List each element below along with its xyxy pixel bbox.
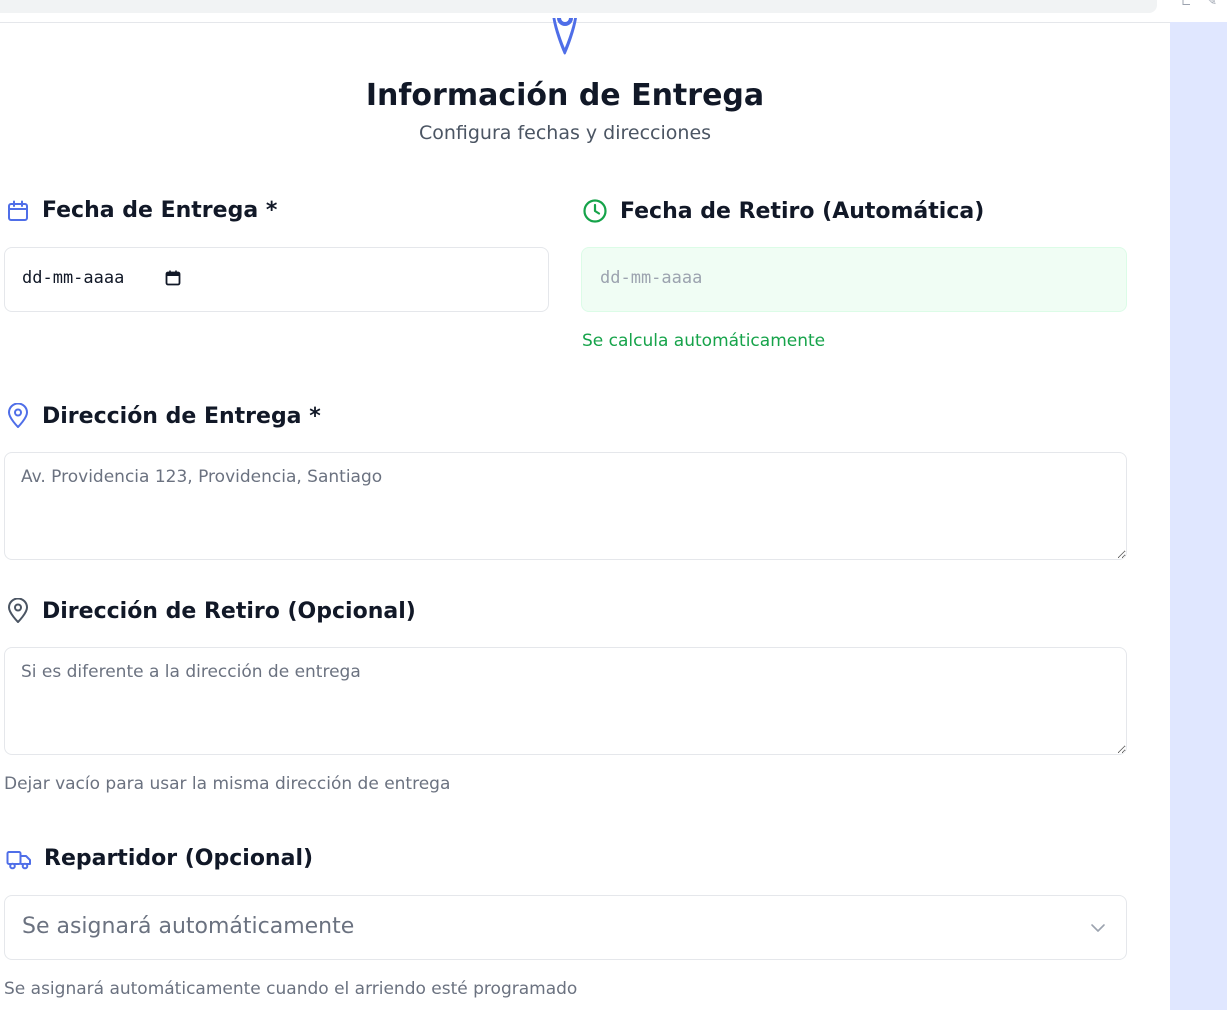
delivery-date-value: dd-mm-aaaa bbox=[22, 268, 125, 288]
truck-icon bbox=[6, 850, 31, 869]
pickup-address-label: Dirección de Retiro (Opcional) bbox=[42, 598, 416, 624]
map-pin-icon bbox=[552, 18, 577, 55]
driver-select[interactable]: Se asignará automáticamente bbox=[4, 895, 1127, 960]
pickup-date-label-row: Fecha de Retiro (Automática) bbox=[582, 198, 984, 224]
pickup-address-helper: Dejar vacío para usar la misma dirección… bbox=[4, 774, 451, 794]
page-title: Información de Entrega bbox=[365, 78, 765, 113]
browser-top-bar: ⊏ ✎ bbox=[0, 0, 1227, 23]
clock-icon bbox=[583, 199, 607, 223]
driver-label: Repartidor (Opcional) bbox=[44, 846, 314, 871]
map-pin-icon bbox=[8, 403, 28, 428]
toolbar-icons[interactable]: ⊏ ✎ bbox=[1181, 0, 1223, 8]
pickup-date-input: dd-mm-aaaa bbox=[581, 247, 1127, 312]
delivery-date-label: Fecha de Entrega * bbox=[42, 198, 278, 223]
delivery-address-label-row: Dirección de Entrega * bbox=[6, 403, 321, 429]
driver-helper: Se asignará automáticamente cuando el ar… bbox=[4, 979, 578, 999]
side-panel bbox=[1170, 22, 1227, 1010]
delivery-date-input[interactable]: dd-mm-aaaa bbox=[4, 247, 549, 312]
map-pin-icon bbox=[8, 598, 28, 623]
delivery-address-label: Dirección de Entrega * bbox=[42, 403, 321, 429]
delivery-date-label-row: Fecha de Entrega * bbox=[6, 198, 277, 223]
pickup-address-label-row: Dirección de Retiro (Opcional) bbox=[6, 598, 416, 624]
date-picker-icon[interactable] bbox=[165, 270, 181, 286]
chevron-down-icon bbox=[1091, 924, 1105, 932]
pickup-date-helper: Se calcula automáticamente bbox=[582, 331, 826, 351]
driver-select-value: Se asignará automáticamente bbox=[22, 914, 355, 939]
address-bar[interactable] bbox=[0, 0, 1157, 13]
pickup-address-textarea[interactable] bbox=[4, 647, 1127, 755]
pickup-date-label: Fecha de Retiro (Automática) bbox=[620, 198, 985, 224]
pickup-date-value: dd-mm-aaaa bbox=[600, 268, 703, 288]
delivery-address-textarea[interactable] bbox=[4, 452, 1127, 560]
calendar-icon bbox=[8, 200, 28, 221]
driver-label-row: Repartidor (Opcional) bbox=[6, 846, 313, 871]
page-subtitle: Configura fechas y direcciones bbox=[418, 122, 712, 144]
